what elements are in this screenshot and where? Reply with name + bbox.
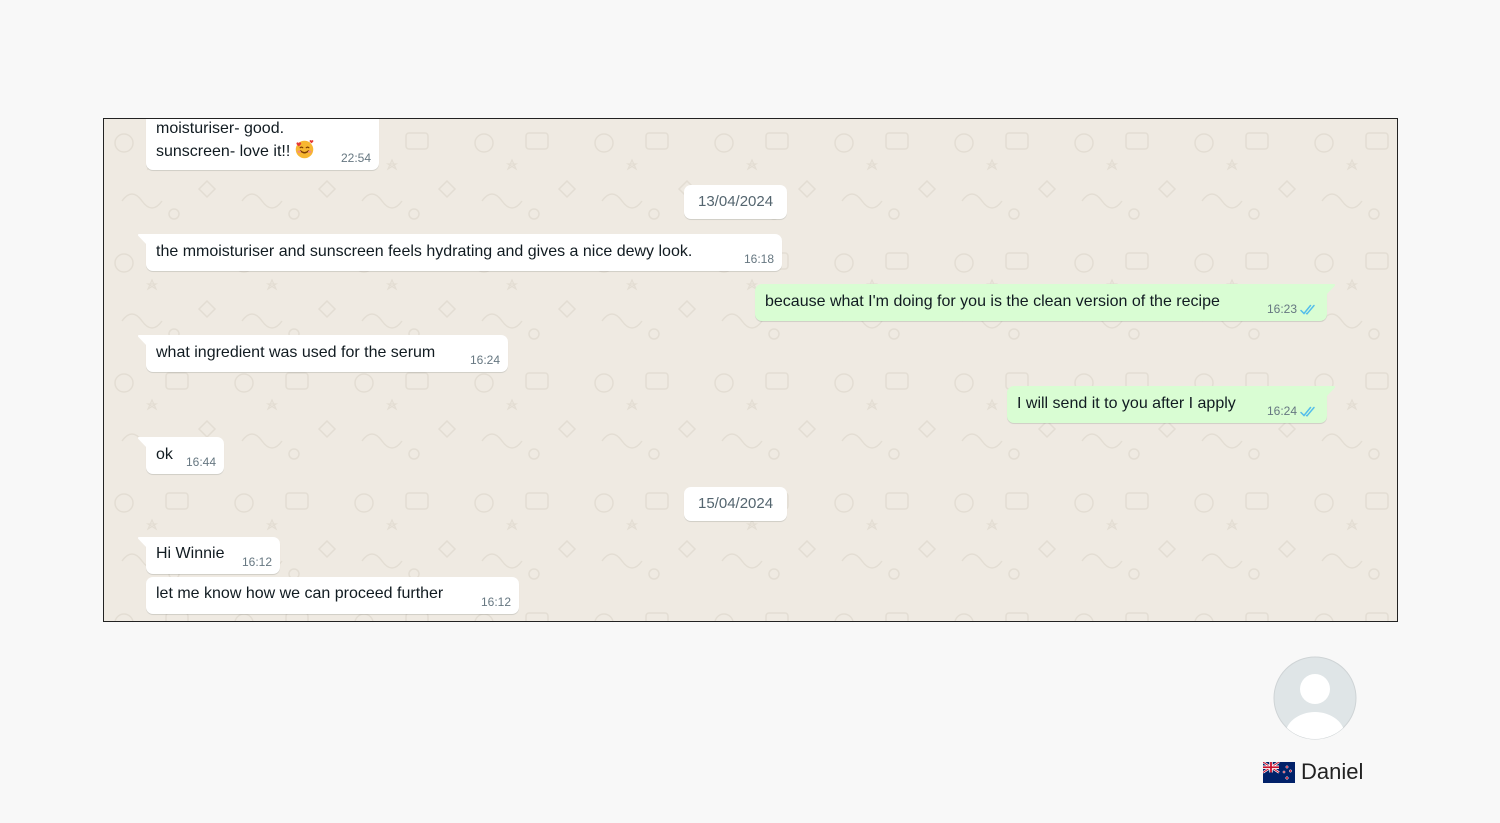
incoming-message[interactable]: let me know how we can proceed further 1… xyxy=(146,577,519,614)
outgoing-message[interactable]: because what I'm doing for you is the cl… xyxy=(755,284,1335,321)
message-time: 16:12 xyxy=(480,595,511,609)
message-text: let me know how we can proceed further xyxy=(156,585,444,602)
bubble-tail xyxy=(138,537,147,548)
message-text: because what I'm doing for you is the cl… xyxy=(765,293,1220,310)
smiling-face-with-hearts-icon xyxy=(296,140,314,159)
bubble-tail xyxy=(138,234,147,245)
contact-name: Daniel xyxy=(1301,759,1364,784)
bubble-tail xyxy=(138,335,147,346)
incoming-message[interactable]: the mmoisturiser and sunscreen feels hyd… xyxy=(138,234,782,271)
default-avatar-icon[interactable] xyxy=(1273,656,1357,740)
message-time: 16:24 xyxy=(469,353,500,367)
incoming-message[interactable]: moisturiser- good. sunscreen- love it!! … xyxy=(146,119,379,170)
bubble-tail xyxy=(138,437,147,448)
outgoing-message[interactable]: I will send it to you after I apply 16:2… xyxy=(1007,386,1335,423)
contact-info: Daniel xyxy=(1263,758,1363,786)
message-time: 16:12 xyxy=(241,555,272,569)
message-time: 16:24 xyxy=(1266,404,1297,418)
date-divider: 15/04/2024 xyxy=(684,487,788,521)
message-text: what ingredient was used for the serum xyxy=(156,344,436,361)
message-time: 16:18 xyxy=(743,252,774,266)
incoming-message[interactable]: Hi Winnie 16:12 xyxy=(138,537,280,574)
message-text: the mmoisturiser and sunscreen feels hyd… xyxy=(156,243,693,260)
incoming-message[interactable]: what ingredient was used for the serum 1… xyxy=(138,335,508,372)
new-zealand-flag-icon xyxy=(1263,761,1295,783)
message-text: moisturiser- good. xyxy=(156,120,285,137)
message-time: 22:54 xyxy=(340,151,371,165)
incoming-message[interactable]: ok 16:44 xyxy=(138,437,224,474)
bubble-tail xyxy=(1326,284,1335,295)
message-time: 16:44 xyxy=(185,455,216,469)
double-check-read-icon xyxy=(1300,406,1315,417)
double-check-read-icon xyxy=(1300,304,1315,315)
bubble-tail xyxy=(1326,386,1335,397)
message-time: 16:23 xyxy=(1266,302,1297,316)
chat-window[interactable]: moisturiser- good. sunscreen- love it!! … xyxy=(103,118,1398,622)
date-divider: 13/04/2024 xyxy=(684,185,788,219)
